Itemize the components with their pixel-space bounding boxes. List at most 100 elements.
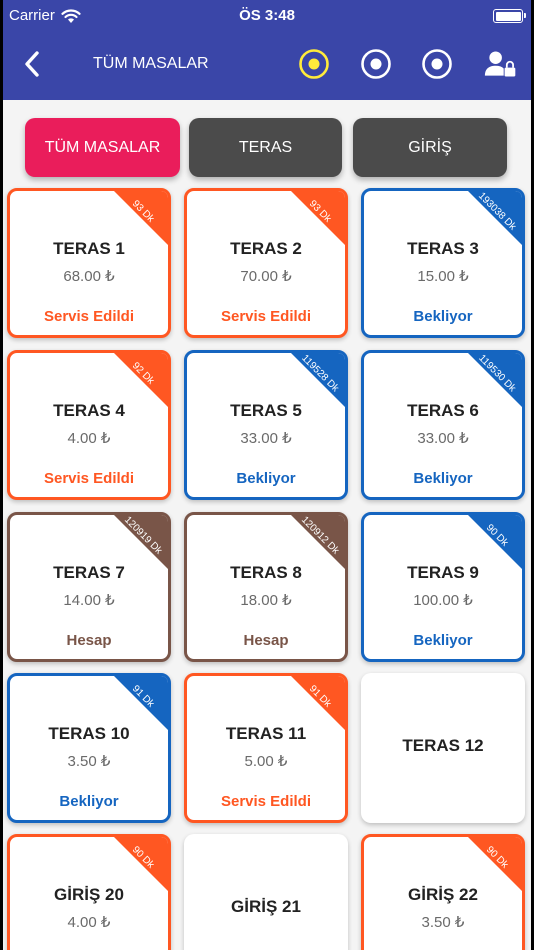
table-card[interactable]: 91 Dk TERAS 10 3.50 ₺ Bekliyor (7, 673, 171, 823)
elapsed-time-label: 93 Dk (306, 198, 334, 225)
elapsed-time-badge: 119530 Dk (467, 352, 522, 408)
elapsed-time-badge: 90 Dk (113, 837, 168, 892)
table-name: TERAS 4 (53, 401, 125, 420)
table-card[interactable]: 91 Dk TERAS 11 5.00 ₺ Servis Edildi (184, 673, 348, 823)
table-card[interactable]: 119528 Dk TERAS 5 33.00 ₺ Bekliyor (184, 350, 348, 500)
table-card[interactable]: 90 Dk GİRİŞ 20 4.00 ₺ (7, 834, 171, 950)
table-total: 5.00 ₺ (244, 753, 288, 770)
elapsed-time-badge: 90 Dk (467, 837, 522, 892)
table-total: 33.00 ₺ (417, 430, 469, 447)
elapsed-time-badge: 120919 Dk (113, 514, 168, 570)
elapsed-time-label: 90 Dk (129, 844, 157, 871)
table-name: GİRİŞ 21 (231, 897, 301, 916)
table-name: TERAS 11 (225, 724, 307, 743)
table-name: TERAS 10 (48, 724, 130, 743)
tab-teras[interactable]: TERAS (189, 118, 342, 177)
page-title: TÜM MASALAR (93, 55, 209, 72)
filter-waiting-button[interactable] (420, 47, 454, 81)
elapsed-time-badge: 193038 Dk (467, 190, 522, 246)
table-total: 14.00 ₺ (63, 592, 115, 609)
table-card[interactable]: 193038 Dk TERAS 3 15.00 ₺ Bekliyor (361, 188, 525, 338)
filter-tabs: TÜM MASALAR TERAS GİRİŞ (3, 118, 531, 178)
table-name: TERAS 3 (407, 239, 479, 258)
elapsed-time-badge: 120912 Dk (290, 514, 345, 570)
elapsed-time-label: 92 Dk (129, 360, 157, 387)
table-status: Servis Edildi (220, 308, 312, 325)
app-screen: Carrier ÖS 3:48 TÜM MASALAR TÜM MASALAR … (3, 0, 531, 950)
tab-all-tables[interactable]: TÜM MASALAR (25, 118, 180, 177)
user-lock-button[interactable] (484, 47, 518, 81)
tab-giris[interactable]: GİRİŞ (353, 118, 507, 177)
elapsed-time-label: 91 Dk (129, 683, 157, 710)
table-card[interactable]: 93 Dk TERAS 2 70.00 ₺ Servis Edildi (184, 188, 348, 338)
table-total: 100.00 ₺ (413, 592, 473, 609)
table-total: 68.00 ₺ (63, 268, 115, 285)
table-total: 3.50 ₺ (421, 914, 465, 931)
filter-served-button[interactable] (359, 47, 393, 81)
table-card[interactable]: 120919 Dk TERAS 7 14.00 ₺ Hesap (7, 512, 171, 662)
table-card[interactable]: 90 Dk TERAS 9 100.00 ₺ Bekliyor (361, 512, 525, 662)
table-total: 4.00 ₺ (67, 430, 111, 447)
table-name: TERAS 2 (230, 239, 302, 258)
elapsed-time-label: 90 Dk (483, 844, 511, 871)
table-status: Bekliyor (59, 793, 119, 810)
table-status: Servis Edildi (43, 470, 135, 487)
filter-all-button[interactable] (297, 47, 331, 81)
table-total: 33.00 ₺ (240, 430, 292, 447)
radio-target-icon (422, 49, 452, 79)
elapsed-time-badge: 93 Dk (290, 191, 345, 246)
table-name: TERAS 12 (402, 736, 484, 755)
chevron-left-icon (25, 51, 39, 77)
elapsed-time-label: 90 Dk (483, 522, 511, 549)
table-card[interactable]: 120912 Dk TERAS 8 18.00 ₺ Hesap (184, 512, 348, 662)
elapsed-time-label: 93 Dk (129, 198, 157, 225)
radio-target-icon (361, 49, 391, 79)
table-total: 18.00 ₺ (240, 592, 292, 609)
elapsed-time-label: 119528 Dk (299, 352, 341, 395)
table-name: TERAS 7 (53, 563, 125, 582)
table-card[interactable]: 90 Dk GİRİŞ 22 3.50 ₺ (361, 834, 525, 950)
table-total: 15.00 ₺ (417, 268, 469, 285)
user-lock-icon (484, 51, 516, 77)
table-total: 3.50 ₺ (67, 753, 111, 770)
table-card[interactable]: 119530 Dk TERAS 6 33.00 ₺ Bekliyor (361, 350, 525, 500)
table-total: 70.00 ₺ (240, 268, 292, 285)
table-card[interactable]: 92 Dk TERAS 4 4.00 ₺ Servis Edildi (7, 350, 171, 500)
table-card[interactable]: TERAS 12 (361, 673, 525, 823)
table-name: GİRİŞ 20 (54, 885, 124, 904)
table-name: TERAS 6 (407, 401, 479, 420)
elapsed-time-label: 91 Dk (306, 683, 334, 710)
table-status: Servis Edildi (43, 308, 135, 325)
app-header: Carrier ÖS 3:48 TÜM MASALAR (3, 0, 531, 100)
elapsed-time-badge: 90 Dk (467, 515, 522, 570)
table-name: TERAS 5 (230, 401, 302, 420)
table-status: Servis Edildi (220, 793, 312, 810)
elapsed-time-badge: 119528 Dk (290, 352, 345, 408)
table-status: Bekliyor (413, 632, 473, 649)
table-name: GİRİŞ 22 (408, 885, 478, 904)
table-name: TERAS 1 (53, 239, 125, 258)
elapsed-time-badge: 92 Dk (113, 353, 168, 408)
elapsed-time-badge: 91 Dk (113, 676, 168, 731)
elapsed-time-label: 193038 Dk (476, 190, 518, 233)
table-status: Bekliyor (236, 470, 296, 487)
nav-bar: TÜM MASALAR (3, 40, 531, 88)
table-card[interactable]: 93 Dk TERAS 1 68.00 ₺ Servis Edildi (7, 188, 171, 338)
table-status: Hesap (243, 632, 289, 649)
elapsed-time-badge: 93 Dk (113, 191, 168, 246)
elapsed-time-label: 120912 Dk (299, 514, 341, 557)
table-card[interactable]: GİRİŞ 21 (184, 834, 348, 950)
status-time: ÖS 3:48 (239, 7, 295, 24)
table-status: Bekliyor (413, 470, 473, 487)
radio-target-icon (299, 49, 329, 79)
table-name: TERAS 9 (407, 563, 479, 582)
table-total: 4.00 ₺ (67, 914, 111, 931)
table-status: Hesap (66, 632, 112, 649)
battery-icon (493, 9, 526, 23)
elapsed-time-badge: 91 Dk (290, 676, 345, 731)
table-status: Bekliyor (413, 308, 473, 325)
table-name: TERAS 8 (230, 563, 302, 582)
elapsed-time-label: 119530 Dk (476, 352, 518, 395)
elapsed-time-label: 120919 Dk (122, 514, 164, 557)
back-button[interactable] (17, 48, 47, 80)
